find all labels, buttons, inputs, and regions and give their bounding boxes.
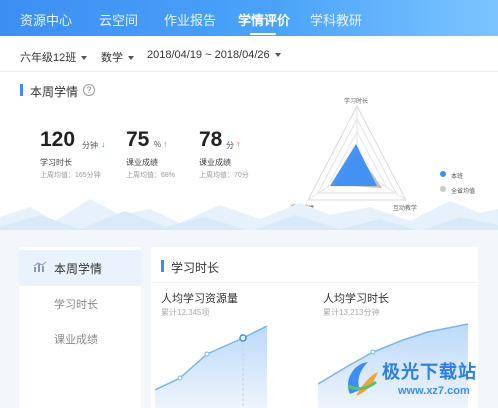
trend-up-icon: ↑ (163, 139, 168, 149)
section-marker (161, 260, 164, 272)
top-nav: 资源中心 云空间 作业报告 学情评价 学科教研 (0, 0, 498, 36)
radar-axis-label: 学习时长 (344, 99, 369, 105)
per-capita-time-caption: 累计13,213分钟 (323, 308, 380, 317)
chevron-down-icon (128, 56, 134, 61)
section-marker (20, 84, 23, 96)
stat-score-points-value: 78 (199, 128, 223, 151)
nav-item-homework-report[interactable]: 作业报告 (164, 10, 216, 29)
help-icon[interactable]: ? (83, 84, 95, 96)
trend-down-icon: ↓ (101, 139, 106, 149)
hover-point[interactable] (239, 334, 247, 342)
per-capita-resources-caption: 累计12,345项 (161, 308, 210, 317)
stat-score-points-label: 课业成绩 (199, 158, 231, 167)
per-capita-resources-title: 人均学习资源量 (161, 293, 238, 305)
stat-score-percent-label: 课业成绩 (126, 158, 158, 167)
per-capita-time-title: 人均学习时长 (323, 293, 389, 305)
resources-area-chart (155, 325, 268, 408)
class-select[interactable]: 六年级12班 (20, 49, 88, 65)
resources-area-fill (155, 326, 267, 408)
watermark: 极光下载站 www.xz7.com (342, 352, 498, 408)
nav-item-learning-evaluation[interactable]: 学情评价 (238, 10, 290, 29)
subject-select-value: 数学 (101, 52, 123, 64)
subject-select[interactable]: 数学 (101, 49, 134, 65)
stat-score-percent-avg: 上周均值：68% (126, 172, 176, 179)
chart-icon (33, 261, 47, 272)
stat-score-points-avg: 上周均值：70分 (199, 172, 249, 179)
sidebar-item-scores[interactable]: 课业成绩 (54, 331, 98, 347)
data-point[interactable] (177, 375, 183, 381)
sidebar-item-label-weekly[interactable]: 本周学情 (54, 260, 102, 277)
stat-study-time-avg: 上周均值：165分钟 (40, 172, 101, 179)
radar-area-class (330, 144, 377, 186)
legend-label-class: 本班 (451, 174, 464, 180)
nav-item-cloud-space[interactable]: 云空间 (99, 10, 138, 29)
stat-study-time-label: 学习时长 (40, 158, 72, 167)
panel-title: 学习时长 (171, 261, 220, 275)
chevron-down-icon (274, 53, 281, 58)
stat-study-time-unit: 分钟 (82, 141, 98, 150)
panel-divider (151, 282, 478, 283)
legend-dot-class (440, 171, 446, 177)
stat-score-percent-unit: % (154, 140, 162, 149)
nav-item-resource-center[interactable]: 资源中心 (20, 10, 72, 29)
trend-up-icon: ↑ (236, 139, 241, 149)
class-select-value: 六年级12班 (20, 52, 77, 64)
data-point[interactable] (204, 351, 210, 357)
weekly-section-title: 本周学情 (30, 85, 79, 99)
stat-study-time-value: 120 (40, 128, 76, 151)
nav-item-subject-research[interactable]: 学科教研 (310, 10, 362, 29)
date-range-select[interactable]: 2018/04/19 ~ 2018/04/26 (147, 49, 281, 61)
watermark-url: www.xz7.com (398, 385, 470, 397)
watermark-site-name: 极光下载站 (382, 362, 477, 382)
sidebar-item-study-time[interactable]: 学习时长 (54, 296, 98, 312)
filter-bar: 六年级12班 数学 2018/04/19 ~ 2018/04/26 (0, 36, 498, 72)
watermark-logo-icon (347, 362, 378, 396)
stat-score-points-unit: 分 (226, 141, 234, 150)
date-range-value: 2018/04/19 ~ 2018/04/26 (147, 49, 270, 61)
active-tab-indicator (250, 33, 276, 35)
stat-score-percent-value: 75 (126, 128, 150, 151)
chevron-down-icon (81, 56, 88, 61)
